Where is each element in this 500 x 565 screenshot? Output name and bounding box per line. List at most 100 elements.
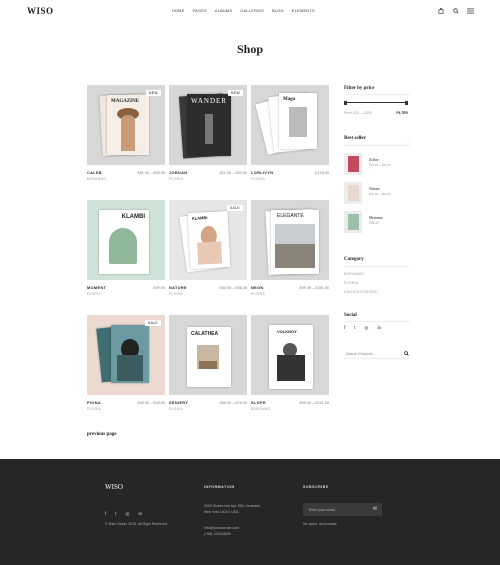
subscribe-title: SUBSCRIBE <box>303 485 329 489</box>
sale-badge: SALE <box>144 320 161 326</box>
product-name[interactable]: MOMENT <box>87 286 106 290</box>
no-spam-note: No spam, we promise <box>303 522 337 526</box>
nav-galleries[interactable]: GALLERIES <box>240 9 264 13</box>
product-category[interactable]: FLORIA <box>87 292 101 296</box>
product-price: £81.00 – £93.00 <box>137 171 165 175</box>
product-price: £99.00 – £231.00 <box>299 401 329 405</box>
twitter-icon[interactable]: t <box>115 511 116 517</box>
product-image[interactable]: KLAMBI <box>169 200 247 280</box>
price-slider[interactable] <box>344 100 408 105</box>
cover-title: CALATHEA <box>191 331 219 337</box>
filter-button[interactable]: FILTER <box>396 111 408 115</box>
cover-title: ELEGANTE <box>277 213 304 219</box>
new-badge: NEW <box>145 90 161 96</box>
bestseller-price: £99.00 <box>369 221 379 225</box>
linkedin-icon[interactable]: in <box>138 511 142 517</box>
product-name[interactable]: CALEB <box>87 171 102 175</box>
product-image[interactable]: CALATHEA <box>169 315 247 395</box>
product-name[interactable]: PIONA <box>87 401 101 405</box>
bestseller-image[interactable] <box>344 211 362 233</box>
previous-page-link[interactable]: previous page <box>87 432 117 437</box>
menu-icon[interactable] <box>467 7 474 14</box>
copyright: © Wiso Studio 2018. All Right Reserved. <box>105 522 168 526</box>
product-category[interactable]: FLORIA <box>251 177 265 181</box>
product-name[interactable]: LORLIVYN <box>251 171 273 175</box>
page-title: Shop <box>236 42 264 56</box>
bestseller-nav[interactable]: ‹ › <box>406 137 409 141</box>
product-image[interactable]: VOLKNOY <box>251 315 329 395</box>
facebook-icon[interactable]: f <box>105 511 106 517</box>
cart-icon[interactable] <box>437 7 444 14</box>
subscribe-email-field[interactable]: Enter your email ✉ <box>303 503 382 516</box>
nav-albums[interactable]: ALBUMS <box>215 9 232 13</box>
product-category[interactable]: FLORIA <box>169 292 183 296</box>
product-price: £55.00 – £75.00 <box>219 401 247 405</box>
bestseller-price: £xx.xx – £xx.xx <box>369 163 391 167</box>
product-category[interactable]: FLORIA <box>169 177 183 181</box>
address-line: New York 10010, USA <box>204 510 239 514</box>
bestseller-name[interactable]: Nature <box>369 186 380 191</box>
bestseller-image[interactable] <box>344 182 362 204</box>
product-image[interactable]: Maga <box>251 85 329 165</box>
product-category[interactable]: BERGAMO <box>87 177 106 181</box>
product-image[interactable]: KLAMBI <box>87 200 165 280</box>
email-input[interactable]: Enter your email <box>309 508 334 512</box>
slider-handle-min[interactable] <box>344 100 347 105</box>
social-title: Social <box>344 313 357 318</box>
facebook-icon[interactable]: f <box>344 325 345 331</box>
new-badge: NEW <box>227 90 243 96</box>
bestseller-item[interactable]: Moment £99.00 <box>344 211 410 233</box>
bestseller-item[interactable]: Zoltre £xx.xx – £xx.xx <box>344 153 410 175</box>
product-category[interactable]: FLORIA <box>251 292 265 296</box>
cover-title: MAGAZINE <box>111 99 140 104</box>
product-name[interactable]: NATURE <box>169 286 187 290</box>
nav-elements[interactable]: ELEMENTS <box>292 9 315 13</box>
footer-logo[interactable]: WISO <box>105 483 123 491</box>
product-image[interactable] <box>87 315 165 395</box>
product-image[interactable]: ELEGANTE <box>251 200 329 280</box>
price-range: Price: £21 — £250 <box>344 111 373 115</box>
main-nav: HOME PAGES ALBUMS GALLERIES BLOG ELEMENT… <box>172 9 315 13</box>
site-header: WISO HOME PAGES ALBUMS GALLERIES BLOG EL… <box>0 0 500 24</box>
slider-handle-max[interactable] <box>405 100 408 105</box>
information-title: INFORMATION <box>204 485 235 489</box>
envelope-icon[interactable]: ✉ <box>373 506 377 512</box>
product-name[interactable]: JORDAN <box>169 171 187 175</box>
search-icon[interactable] <box>452 7 459 14</box>
product-category[interactable]: BERGAMO <box>251 407 270 411</box>
product-price: £50.00 – £49.00 <box>137 401 165 405</box>
site-footer: WISO f t ◎ in © Wiso Studio 2018. All Ri… <box>0 459 500 565</box>
cover-title: VOLKNOY <box>277 329 297 334</box>
bestseller-name[interactable]: Moment <box>369 215 383 220</box>
product-name[interactable]: SLOPE <box>251 401 266 405</box>
product-name[interactable]: SENIERY <box>169 401 188 405</box>
bestseller-name[interactable]: Zoltre <box>369 157 379 162</box>
address: 2005 Stokes Isle Apt. 896, Venaville, Ne… <box>204 503 261 515</box>
category-link[interactable]: BERGAMO <box>344 272 364 276</box>
cover-title: Maga <box>283 97 296 102</box>
nav-home[interactable]: HOME <box>172 9 185 13</box>
site-logo[interactable]: WISO <box>27 6 54 16</box>
bestseller-image[interactable] <box>344 153 362 175</box>
instagram-icon[interactable]: ◎ <box>365 325 369 331</box>
product-image[interactable]: MAGAZINE <box>87 85 165 165</box>
search-field[interactable]: Search Products... <box>344 348 410 359</box>
product-name[interactable]: NEON <box>251 286 264 290</box>
category-link[interactable]: UNCATEGORIZED <box>344 290 378 294</box>
product-image[interactable]: WANDER <box>169 85 247 165</box>
product-category[interactable]: FLORIA <box>169 407 183 411</box>
product-price: £178.00 <box>315 171 329 175</box>
product-price: £99.00 <box>153 286 165 290</box>
nav-pages[interactable]: PAGES <box>193 9 207 13</box>
nav-blog[interactable]: BLOG <box>272 9 284 13</box>
search-icon[interactable] <box>404 351 409 356</box>
search-input[interactable]: Search Products... <box>346 352 376 356</box>
product-price: £50.00 – £66.00 <box>219 286 247 290</box>
product-category[interactable]: FLORIA <box>87 407 101 411</box>
twitter-icon[interactable]: t <box>354 325 355 331</box>
bestseller-item[interactable]: Nature £xx.xx – £xx.xx <box>344 182 410 204</box>
category-link[interactable]: FLORIA <box>344 281 358 285</box>
instagram-icon[interactable]: ◎ <box>126 511 130 517</box>
cover-title: KLAMBI <box>191 215 208 221</box>
linkedin-icon[interactable]: in <box>377 325 381 331</box>
